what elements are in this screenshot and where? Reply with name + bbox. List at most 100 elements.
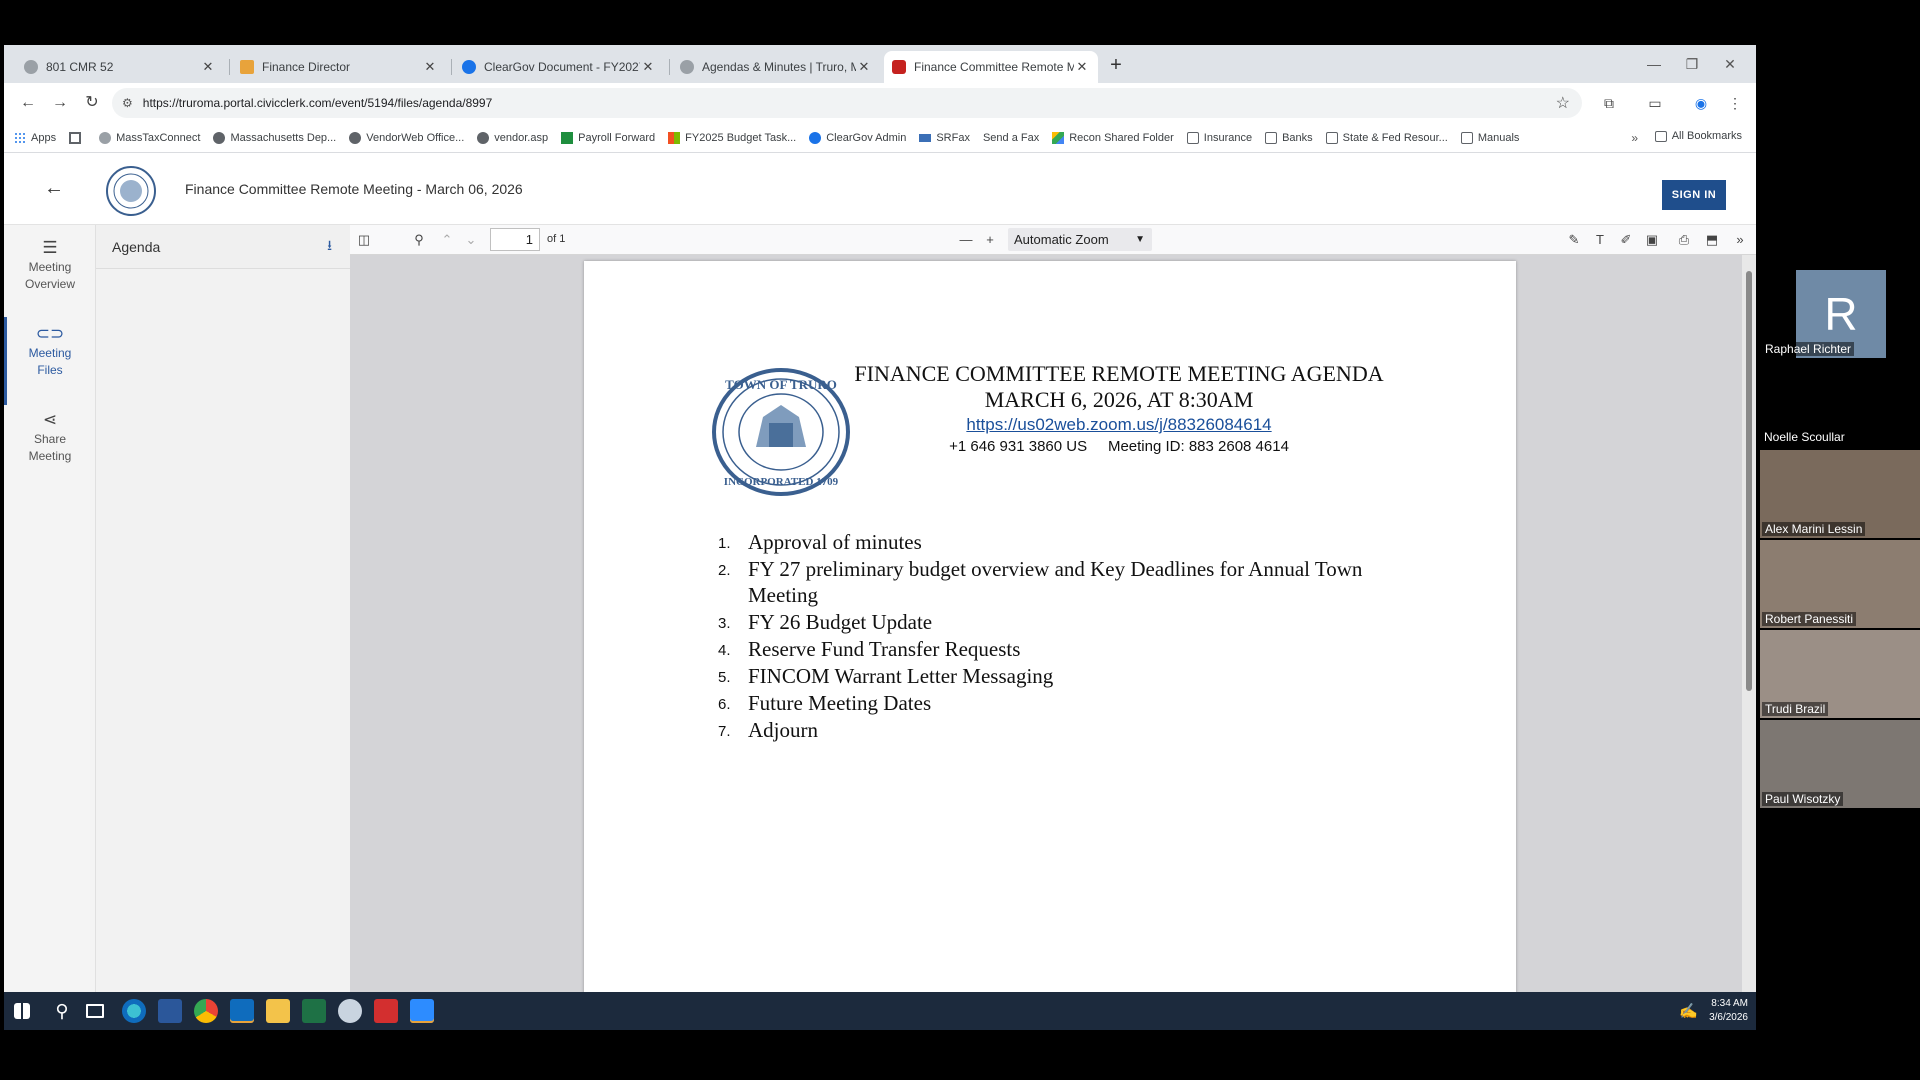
new-tab-button[interactable]: + bbox=[1103, 54, 1129, 78]
pdf-scrollbar[interactable] bbox=[1742, 255, 1756, 1030]
menu-icon[interactable]: ⋮ bbox=[1724, 92, 1746, 114]
zoom-link[interactable]: https://us02web.zoom.us/j/88326084614 bbox=[839, 415, 1399, 435]
sidebar-toggle-icon[interactable]: ◫ bbox=[354, 230, 374, 250]
more-bookmarks-button[interactable]: » bbox=[1631, 131, 1638, 145]
forward-icon[interactable]: → bbox=[48, 91, 72, 115]
close-icon[interactable]: ✕ bbox=[422, 59, 438, 75]
minimize-icon[interactable]: — bbox=[1640, 53, 1668, 75]
scrollbar-thumb[interactable] bbox=[1746, 271, 1752, 691]
tab-cleargov-document[interactable]: ClearGov Document - FY2027 T ✕ bbox=[454, 51, 664, 83]
bookmark-fy2025-budget[interactable]: FY2025 Budget Task... bbox=[668, 131, 796, 144]
app-icon[interactable] bbox=[338, 999, 362, 1023]
participant-name: Paul Wisotzky bbox=[1762, 792, 1844, 806]
outlook-icon[interactable] bbox=[230, 999, 254, 1023]
nav-meeting-overview[interactable]: ☰ Meeting Overview bbox=[4, 239, 96, 293]
tab-finance-director[interactable]: Finance Director ✕ bbox=[232, 51, 446, 83]
bookmark-label: ClearGov Admin bbox=[826, 131, 907, 144]
left-nav: ☰ Meeting Overview ⊂⊃ Meeting Files ⋖ Sh… bbox=[4, 225, 96, 1030]
back-arrow-icon[interactable]: ← bbox=[44, 177, 64, 200]
tab-agendas-minutes[interactable]: Agendas & Minutes | Truro, MA ✕ bbox=[672, 51, 880, 83]
zoom-in-icon[interactable]: + bbox=[980, 230, 1000, 250]
agenda-item-text: FINCOM Warrant Letter Messaging bbox=[748, 664, 1054, 688]
pen-icon[interactable]: ✍ bbox=[1679, 1002, 1698, 1020]
zoom-out-icon[interactable]: — bbox=[956, 230, 976, 250]
download-icon[interactable]: ⭳ bbox=[327, 235, 332, 259]
agenda-item-text: FY 26 Budget Update bbox=[748, 610, 933, 634]
page-number-input[interactable]: 1 bbox=[490, 228, 540, 251]
previous-page-icon[interactable]: ⌃ bbox=[437, 230, 457, 250]
participant-tile[interactable]: Trudi Brazil bbox=[1760, 630, 1920, 718]
back-icon[interactable]: ← bbox=[16, 91, 40, 115]
edge-icon[interactable] bbox=[122, 999, 146, 1023]
reload-icon[interactable]: ↻ bbox=[80, 91, 104, 115]
pdf-page: TOWN OF TRURO INCORPORATED 1709 FINANCE … bbox=[584, 261, 1516, 1030]
bookmark-srfax[interactable]: SRFax bbox=[919, 132, 970, 144]
bookmark-apps[interactable]: Apps bbox=[14, 131, 56, 144]
next-page-icon[interactable]: ⌄ bbox=[461, 230, 481, 250]
participant-tile[interactable]: R Raphael Richter bbox=[1760, 270, 1920, 358]
participant-tile[interactable]: Robert Panessiti bbox=[1760, 540, 1920, 628]
participant-name: Robert Panessiti bbox=[1762, 612, 1857, 626]
windows-start-icon[interactable] bbox=[14, 1003, 30, 1019]
srfax-icon bbox=[919, 133, 932, 142]
all-bookmarks-button[interactable]: All Bookmarks bbox=[1654, 130, 1742, 142]
file-explorer-icon[interactable] bbox=[266, 999, 290, 1023]
tab-801-cmr-52[interactable]: 801 CMR 52 ✕ bbox=[16, 51, 224, 83]
nav-share-meeting[interactable]: ⋖ Share Meeting bbox=[4, 411, 96, 465]
address-bar[interactable]: ⚙ https://truroma.portal.civicclerk.com/… bbox=[112, 88, 1582, 118]
tab-finance-committee[interactable]: Finance Committee Remote M ✕ bbox=[884, 51, 1098, 83]
close-window-icon[interactable]: ✕ bbox=[1716, 53, 1744, 75]
civicclerk-icon bbox=[892, 60, 906, 74]
bookmark-send-a-fax[interactable]: Send a Fax bbox=[983, 132, 1039, 144]
bookmark-vendor-asp[interactable]: vendor.asp bbox=[477, 131, 548, 144]
bookmark-manuals[interactable]: Manuals bbox=[1460, 131, 1519, 144]
profile-icon[interactable]: ◉ bbox=[1690, 92, 1712, 114]
close-icon[interactable]: ✕ bbox=[1074, 59, 1090, 75]
bookmark-masstaxconnect[interactable]: MassTaxConnect bbox=[99, 131, 201, 144]
bookmark-label: MassTaxConnect bbox=[116, 131, 201, 144]
bookmark-insurance[interactable]: Insurance bbox=[1186, 131, 1252, 144]
print-icon[interactable]: ⎙ bbox=[1674, 230, 1694, 250]
save-icon[interactable]: ⬒ bbox=[1702, 230, 1722, 250]
clock[interactable]: 8:34 AM 3/6/2026 bbox=[1709, 997, 1748, 1025]
bookmark-state-fed[interactable]: State & Fed Resour... bbox=[1325, 131, 1448, 144]
sign-in-button[interactable]: SIGN IN bbox=[1662, 180, 1726, 210]
star-icon[interactable]: ☆ bbox=[1556, 93, 1570, 113]
image-icon[interactable]: ▣ bbox=[1642, 230, 1662, 250]
word-icon[interactable] bbox=[158, 999, 182, 1023]
extensions-icon[interactable]: ⧉ bbox=[1598, 92, 1620, 114]
site-info-icon[interactable]: ⚙ bbox=[122, 96, 133, 110]
agenda-item: 1. Approval of minutes bbox=[714, 529, 1434, 555]
bookmark-cleargov-admin[interactable]: ClearGov Admin bbox=[809, 131, 907, 144]
text-icon[interactable]: T bbox=[1590, 230, 1610, 250]
close-icon[interactable]: ✕ bbox=[856, 59, 872, 75]
search-icon[interactable]: ⚲ bbox=[50, 999, 74, 1023]
bookmark-payroll-forward[interactable]: Payroll Forward bbox=[561, 131, 655, 144]
zoom-select[interactable]: Automatic Zoom ▼ bbox=[1008, 228, 1152, 251]
url-text[interactable]: https://truroma.portal.civicclerk.com/ev… bbox=[143, 96, 1556, 110]
excel-icon[interactable] bbox=[302, 999, 326, 1023]
acrobat-icon[interactable] bbox=[374, 999, 398, 1023]
file-panel-title[interactable]: Agenda bbox=[112, 239, 327, 255]
chrome-icon[interactable] bbox=[194, 999, 218, 1023]
close-icon[interactable]: ✕ bbox=[200, 59, 216, 75]
participant-tile[interactable]: Paul Wisotzky bbox=[1760, 720, 1920, 808]
participant-tile[interactable]: Alex Marini Lessin bbox=[1760, 450, 1920, 538]
draw-icon[interactable]: ✐ bbox=[1616, 230, 1636, 250]
windows-taskbar: ⚲ ✍ 8:34 AM 3/6/2026 bbox=[4, 992, 1756, 1030]
bookmark-massachusetts-dep[interactable]: Massachusetts Dep... bbox=[213, 131, 336, 144]
close-icon[interactable]: ✕ bbox=[640, 59, 656, 75]
task-view-icon[interactable] bbox=[86, 1004, 104, 1018]
more-tools-icon[interactable]: » bbox=[1730, 230, 1750, 250]
bookmark-recon-shared-folder[interactable]: Recon Shared Folder bbox=[1052, 131, 1174, 144]
bookmark-vendorweb[interactable]: VendorWeb Office... bbox=[349, 131, 464, 144]
restore-icon[interactable]: ❐ bbox=[1678, 53, 1706, 75]
bookmark-grid[interactable] bbox=[69, 131, 86, 144]
nav-meeting-files[interactable]: ⊂⊃ Meeting Files bbox=[4, 317, 96, 405]
screen: 801 CMR 52 ✕ Finance Director ✕ ClearGov… bbox=[4, 45, 1756, 1030]
cast-icon[interactable]: ▭ bbox=[1644, 92, 1666, 114]
zoom-icon[interactable] bbox=[410, 999, 434, 1023]
highlight-icon[interactable]: ✎ bbox=[1564, 230, 1584, 250]
search-icon[interactable]: ⚲ bbox=[409, 230, 429, 250]
bookmark-banks[interactable]: Banks bbox=[1265, 131, 1313, 144]
